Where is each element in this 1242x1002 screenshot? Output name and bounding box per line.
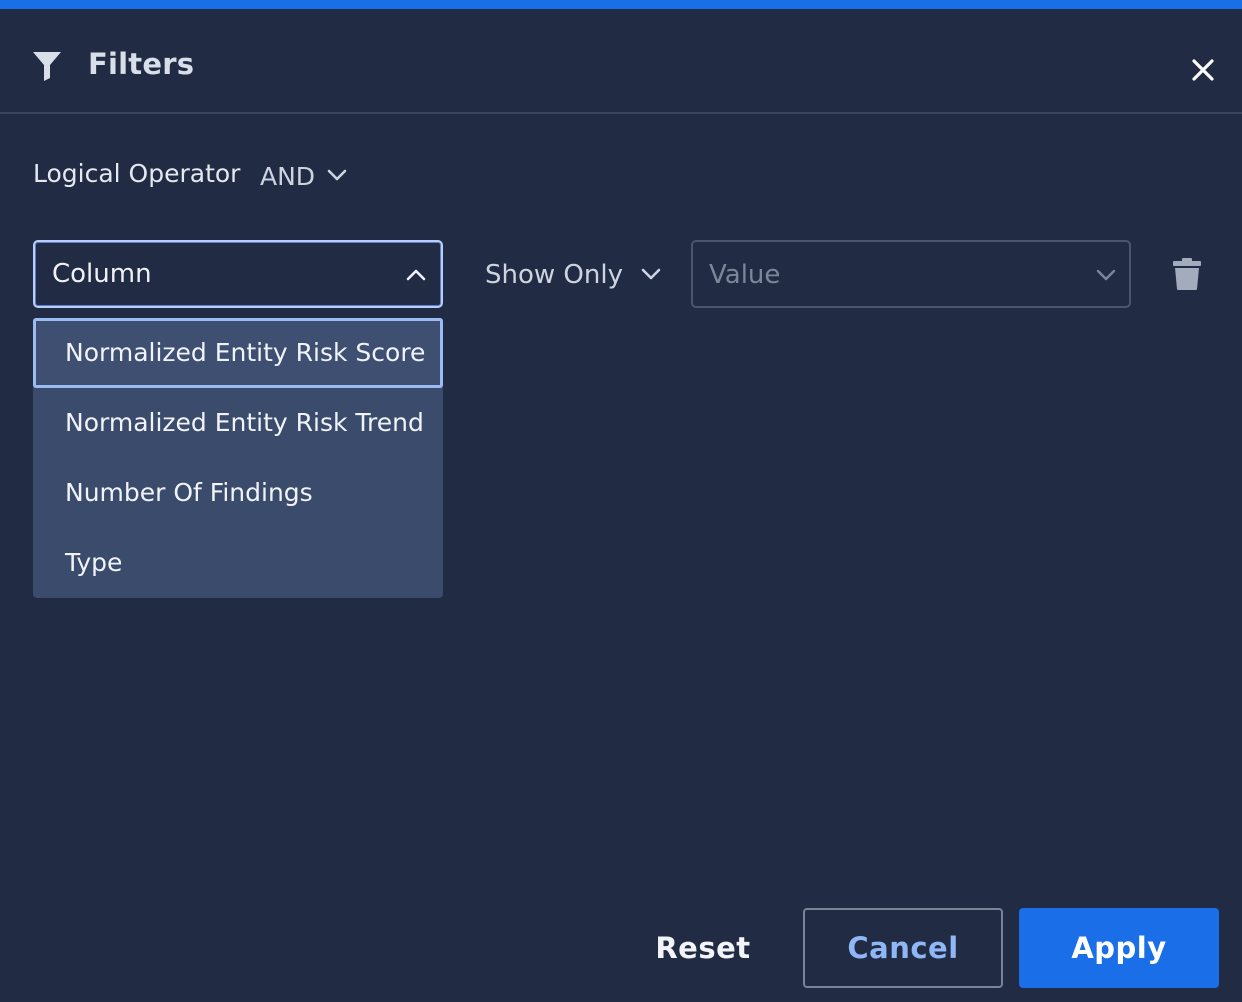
logical-operator-value: AND — [260, 161, 316, 191]
column-option-normalized-entity-risk-score[interactable]: Normalized Entity Risk Score — [33, 318, 443, 388]
column-select-label: Column — [52, 259, 152, 289]
column-options-menu: Normalized Entity Risk Score Normalized … — [33, 318, 443, 598]
close-icon[interactable] — [1185, 52, 1221, 88]
filters-dialog: Filters Logical Operator AND Column Norm… — [0, 0, 1242, 1002]
logical-operator-select[interactable]: AND — [260, 159, 353, 193]
chevron-down-icon — [327, 169, 347, 181]
filter-icon — [33, 52, 61, 81]
condition-select[interactable]: Show Only — [485, 257, 667, 293]
dialog-title: Filters — [88, 47, 195, 81]
cancel-button[interactable]: Cancel — [803, 908, 1003, 988]
column-option-type[interactable]: Type — [33, 528, 443, 598]
logical-operator-label: Logical Operator — [33, 159, 241, 188]
condition-select-value: Show Only — [485, 260, 623, 290]
reset-button[interactable]: Reset — [643, 908, 763, 988]
column-option-normalized-entity-risk-trend[interactable]: Normalized Entity Risk Trend — [33, 388, 443, 458]
column-option-number-of-findings[interactable]: Number Of Findings — [33, 458, 443, 528]
chevron-down-icon — [1096, 269, 1116, 281]
value-select[interactable]: Value — [691, 240, 1131, 308]
chevron-up-icon — [406, 269, 426, 281]
column-select[interactable]: Column — [33, 240, 443, 308]
chevron-down-icon — [641, 268, 661, 280]
dialog-header: Filters — [0, 18, 1242, 114]
trash-icon[interactable] — [1171, 257, 1203, 291]
value-select-placeholder: Value — [709, 260, 781, 290]
apply-button[interactable]: Apply — [1019, 908, 1219, 988]
